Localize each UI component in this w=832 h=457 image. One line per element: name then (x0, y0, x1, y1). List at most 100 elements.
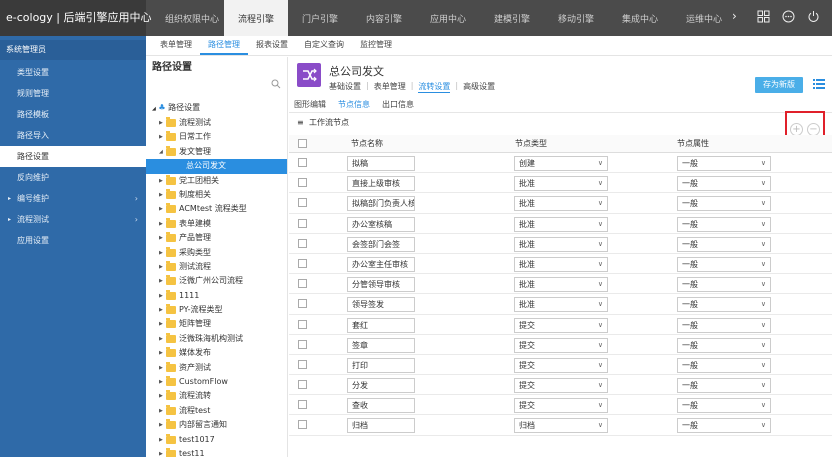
node-attr-select[interactable]: 一般 ∨ (677, 236, 771, 252)
row-checkbox[interactable] (298, 339, 307, 349)
sidebar-item[interactable]: 反向维护 (0, 167, 146, 188)
node-name-input[interactable]: 领导签发 (347, 297, 415, 313)
sidebar-item[interactable]: 应用设置 (0, 230, 146, 251)
node-type-select[interactable]: 批准 ∨ (514, 297, 608, 313)
workflow-tab[interactable]: 基础设置 (329, 81, 361, 93)
tree-expand-icon[interactable]: ▶ (159, 332, 163, 346)
tree-expand-icon[interactable]: ▶ (159, 433, 163, 447)
node-name-input[interactable]: 签章 (347, 337, 415, 353)
tree-node[interactable]: ▶ 矩阵管理 (146, 317, 287, 331)
tree-expand-icon[interactable]: ▶ (159, 418, 163, 432)
tree-expand-icon[interactable]: ▶ (159, 375, 163, 389)
tree-node[interactable]: ▶ CustomFlow (146, 375, 287, 389)
node-name-input[interactable]: 套红 (347, 317, 415, 333)
tree-expand-icon[interactable]: ▶ (159, 188, 163, 202)
tree-node[interactable]: ▶ 泛微珠海机构测试 (146, 332, 287, 346)
tree-expand-icon[interactable]: ▶ (159, 389, 163, 403)
tree-expand-icon[interactable]: ▶ (159, 231, 163, 245)
subnav-item[interactable]: 报表设置 (248, 36, 296, 55)
node-attr-select[interactable]: 一般 ∨ (677, 337, 771, 353)
node-type-select[interactable]: 提交 ∨ (514, 337, 608, 353)
row-checkbox[interactable] (298, 279, 307, 289)
node-attr-select[interactable]: 一般 ∨ (677, 317, 771, 333)
tree-expand-icon[interactable]: ▶ (159, 289, 163, 303)
topnav-item[interactable]: 运维中心 (672, 0, 736, 36)
tree-node[interactable]: ▶ 1111 (146, 289, 287, 303)
node-type-select[interactable]: 批准 ∨ (514, 176, 608, 192)
node-sub-tab[interactable]: 出口信息 (382, 99, 414, 110)
node-name-input[interactable]: 直接上级审核 (347, 176, 415, 192)
tree-collapse-icon[interactable]: ◢ (152, 106, 156, 112)
tree-expand-icon[interactable]: ▶ (159, 317, 163, 331)
node-attr-select[interactable]: 一般 ∨ (677, 297, 771, 313)
node-name-input[interactable]: 拟稿部门负责人核稿 (347, 196, 415, 212)
sidebar-item[interactable]: 路径模板 (0, 104, 146, 125)
sidebar-item[interactable]: 类型设置 (0, 62, 146, 83)
node-type-select[interactable]: 提交 ∨ (514, 378, 608, 394)
tree-node[interactable]: ▶ 内部留言通知 (146, 418, 287, 432)
save-as-new-version-button[interactable]: 存为新版 (755, 77, 803, 93)
tree-expand-icon[interactable]: ▶ (159, 202, 163, 216)
node-type-select[interactable]: 批准 ∨ (514, 236, 608, 252)
subnav-item[interactable]: 自定义查询 (296, 36, 352, 55)
tree-node[interactable]: ▶ 流程测试 (146, 116, 287, 130)
sidebar-item[interactable]: ▸ › 流程测试 (0, 209, 146, 230)
tree-node[interactable]: ▶ 党工团相关 (146, 174, 287, 188)
node-type-select[interactable]: 归档 ∨ (514, 418, 608, 434)
topnav-item[interactable]: 组织权限中心 (160, 0, 224, 36)
tree-expand-icon[interactable]: ▶ (159, 116, 163, 130)
search-icon[interactable] (271, 79, 281, 92)
tree-node[interactable]: ▶ ACMtest 流程类型 (146, 202, 287, 216)
tree-expand-icon[interactable]: ▶ (159, 130, 163, 144)
node-attr-select[interactable]: 一般 ∨ (677, 378, 771, 394)
row-checkbox[interactable] (298, 218, 307, 228)
sidebar-item[interactable]: 规则管理 (0, 83, 146, 104)
node-type-select[interactable]: 创建 ∨ (514, 156, 608, 171)
topnav-item[interactable]: 移动引擎 (544, 0, 608, 36)
tree-search[interactable] (146, 79, 287, 93)
tree-node[interactable]: ▶ 资产测试 (146, 361, 287, 375)
tree-root[interactable]: ◢ ♣ 路径设置 (146, 99, 287, 116)
row-checkbox[interactable] (298, 400, 307, 410)
grid-icon[interactable] (757, 10, 770, 23)
tree-expand-icon[interactable]: ▶ (159, 361, 163, 375)
tree-node[interactable]: ◢ 发文管理 (146, 145, 287, 159)
tree-expand-icon[interactable]: ▶ (159, 260, 163, 274)
node-attr-select[interactable]: 一般 ∨ (677, 277, 771, 293)
node-attr-select[interactable]: 一般 ∨ (677, 216, 771, 232)
tree-expand-icon[interactable]: ▶ (159, 217, 163, 231)
tree-node[interactable]: 总公司发文 (146, 159, 287, 174)
tree-node[interactable]: ▶ 泛微广州公司流程 (146, 274, 287, 288)
node-name-input[interactable]: 会签部门会签 (347, 236, 415, 252)
node-name-input[interactable]: 办公室主任审核 (347, 256, 415, 272)
more-icon[interactable] (782, 10, 795, 23)
subnav-item[interactable]: 路径管理 (200, 36, 248, 55)
tree-node[interactable]: ▶ test11 (146, 447, 287, 457)
row-checkbox[interactable] (298, 380, 307, 390)
tree-expand-icon[interactable]: ▶ (159, 246, 163, 260)
tree-expand-icon[interactable]: ▶ (159, 174, 163, 188)
subnav-item[interactable]: 监控管理 (352, 36, 400, 55)
sidebar-item[interactable]: 路径导入 (0, 125, 146, 146)
tree-node[interactable]: ▶ 表单建模 (146, 217, 287, 231)
node-name-input[interactable]: 拟稿 (347, 156, 415, 171)
topnav-item[interactable]: 集成中心 (608, 0, 672, 36)
chevron-right-icon[interactable]: › (732, 9, 737, 23)
tree-node[interactable]: ▶ PY-流程类型 (146, 303, 287, 317)
tree-node[interactable]: ▶ 测试流程 (146, 260, 287, 274)
node-type-select[interactable]: 提交 ∨ (514, 317, 608, 333)
node-sub-tab[interactable]: 节点信息 (338, 99, 370, 110)
row-checkbox[interactable] (298, 258, 307, 268)
row-checkbox[interactable] (298, 198, 307, 208)
tree-expand-icon[interactable]: ▶ (159, 274, 163, 288)
tree-expand-icon[interactable]: ▶ (159, 303, 163, 317)
tree-node[interactable]: ▶ 流程test (146, 404, 287, 418)
node-type-select[interactable]: 提交 ∨ (514, 357, 608, 373)
node-name-input[interactable]: 归档 (347, 418, 415, 434)
node-attr-select[interactable]: 一般 ∨ (677, 357, 771, 373)
node-attr-select[interactable]: 一般 ∨ (677, 256, 771, 272)
node-type-select[interactable]: 批准 ∨ (514, 256, 608, 272)
select-all-checkbox[interactable] (298, 139, 307, 148)
topnav-item[interactable]: 内容引擎 (352, 0, 416, 36)
workflow-tab[interactable]: 高级设置 (463, 81, 495, 93)
